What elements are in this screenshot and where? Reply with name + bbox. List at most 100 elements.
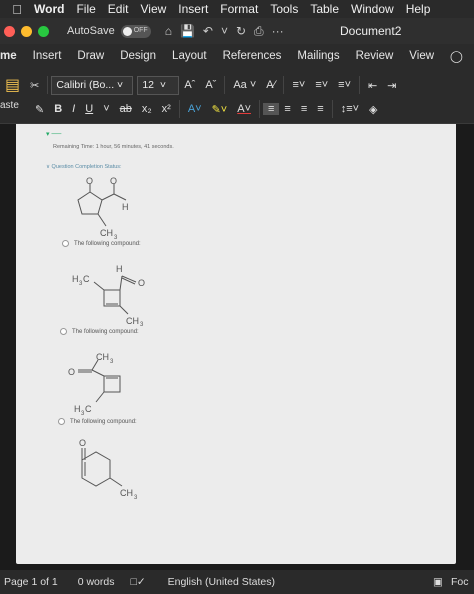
- close-window-button[interactable]: [4, 25, 15, 37]
- menu-tools[interactable]: Tools: [264, 2, 304, 16]
- divider: [283, 76, 285, 94]
- align-left-icon[interactable]: ≡: [263, 103, 280, 115]
- focus-mode-label[interactable]: Foc: [447, 576, 473, 588]
- more-icon[interactable]: ···: [272, 24, 284, 39]
- tab-mailings[interactable]: Mailings: [289, 50, 347, 62]
- font-color-icon[interactable]: A˅: [232, 103, 256, 115]
- numbering-icon[interactable]: ≡˅: [310, 79, 333, 91]
- menu-help[interactable]: Help: [400, 2, 437, 16]
- tab-insert[interactable]: Insert: [25, 50, 70, 62]
- language-indicator[interactable]: English (United States): [164, 576, 279, 588]
- answer-option-1-radio[interactable]: [62, 240, 69, 247]
- atom-h-label: H: [122, 202, 129, 212]
- decrease-indent-icon[interactable]: ⇤: [363, 79, 382, 92]
- methyl-label: CH: [96, 352, 109, 362]
- undo-icon[interactable]: ↶: [203, 24, 213, 39]
- font-size-select[interactable]: 12 ˅: [137, 75, 180, 95]
- apple-icon[interactable]: : [6, 2, 28, 17]
- status-bar: Page 1 of 1 0 words □✓ English (United S…: [0, 570, 474, 594]
- structure-2-diagram: H O H 3 C CH 3: [72, 264, 145, 328]
- focus-icon[interactable]: ▣: [429, 576, 447, 588]
- menu-window[interactable]: Window: [345, 2, 400, 16]
- ribbon-toolbar: ▤ ✂ Calibri (Bo... ˅ 12 ˅ Aˆ Aˇ Aa ˅ A∕ …: [0, 68, 474, 124]
- highlight-icon[interactable]: ✎˅: [207, 103, 233, 116]
- proofing-icon[interactable]: □✓: [126, 576, 149, 588]
- multilevel-list-icon[interactable]: ≡˅: [333, 79, 356, 91]
- superscript-icon[interactable]: x²: [157, 103, 176, 115]
- methyl-h3c-h: H: [72, 274, 79, 284]
- cut-icon[interactable]: ✂: [25, 79, 44, 92]
- menu-file[interactable]: File: [70, 2, 101, 16]
- align-center-icon[interactable]: ≡: [279, 103, 295, 115]
- answer-option-1-label: The following compound:: [74, 240, 141, 247]
- menu-insert[interactable]: Insert: [172, 2, 214, 16]
- autosave-toggle[interactable]: OFF: [120, 24, 151, 38]
- grow-font-icon[interactable]: Aˆ: [179, 79, 200, 91]
- divider: [259, 100, 260, 118]
- answer-option-3[interactable]: The following compound:: [58, 418, 137, 425]
- menu-table[interactable]: Table: [304, 2, 345, 16]
- word-count[interactable]: 0 words: [74, 576, 119, 588]
- menu-app-word[interactable]: Word: [28, 2, 70, 16]
- menu-view[interactable]: View: [134, 2, 172, 16]
- answer-option-1[interactable]: The following compound:: [62, 240, 141, 247]
- font-size-value: 12: [142, 79, 155, 91]
- change-case-icon[interactable]: Aa ˅: [228, 79, 261, 91]
- methyl-label: CH: [120, 488, 133, 498]
- question-completion-status[interactable]: ∨ Question Completion Status:: [46, 164, 122, 170]
- save-icon[interactable]: 💾: [180, 24, 195, 39]
- bullets-icon[interactable]: ≡˅: [287, 79, 310, 91]
- page-count[interactable]: Page 1 of 1: [0, 576, 62, 588]
- tab-review[interactable]: Review: [348, 50, 402, 62]
- font-name-value: Calibri (Bo...: [56, 79, 115, 91]
- answer-option-2-radio[interactable]: [60, 328, 67, 335]
- increase-indent-icon[interactable]: ⇥: [382, 79, 401, 92]
- text-effects-icon[interactable]: A˅: [183, 103, 207, 115]
- maximize-window-button[interactable]: [38, 25, 49, 37]
- subscript-icon[interactable]: x₂: [137, 103, 157, 115]
- tab-references[interactable]: References: [215, 50, 290, 62]
- tab-draw[interactable]: Draw: [69, 50, 112, 62]
- answer-option-2[interactable]: The following compound:: [60, 328, 139, 335]
- collapse-arrow-icon[interactable]: ▾ ──: [46, 130, 61, 138]
- line-spacing-icon[interactable]: ↕≡˅: [336, 103, 364, 115]
- clear-formatting-icon[interactable]: A∕: [261, 79, 280, 91]
- justify-icon[interactable]: ≡: [312, 103, 328, 115]
- format-painter-icon[interactable]: ✎: [30, 103, 49, 116]
- autosave-state: OFF: [133, 26, 148, 34]
- shading-icon[interactable]: ◈: [364, 103, 382, 116]
- remaining-time-text: Remaining Time: 1 hour, 56 minutes, 41 s…: [53, 144, 174, 150]
- chevron-down-icon[interactable]: ˅: [221, 24, 228, 39]
- lightbulb-icon[interactable]: ◯: [442, 49, 471, 63]
- minimize-window-button[interactable]: [21, 25, 32, 37]
- tab-home[interactable]: me: [0, 50, 25, 62]
- ribbon-row-format: ✎ B I U ˅ ab x₂ x² A˅ ✎˅ A˅ ≡ ≡ ≡ ≡ ↕≡˅ …: [30, 98, 383, 120]
- methyl-label: CH: [126, 316, 139, 326]
- menu-format[interactable]: Format: [214, 2, 264, 16]
- tab-view[interactable]: View: [401, 50, 442, 62]
- paste-icon[interactable]: ▤: [0, 75, 25, 95]
- document-canvas[interactable]: ▾ ── Remaining Time: 1 hour, 56 minutes,…: [0, 124, 474, 570]
- strikethrough-icon[interactable]: ab: [115, 103, 137, 115]
- underline-icon[interactable]: U: [80, 103, 98, 115]
- italic-icon[interactable]: I: [67, 103, 80, 115]
- tab-layout[interactable]: Layout: [164, 50, 215, 62]
- chevron-down-icon[interactable]: ˅: [98, 103, 114, 115]
- atom-o-label: O: [79, 438, 86, 448]
- shrink-font-icon[interactable]: Aˇ: [200, 79, 221, 91]
- atom-o-label: O: [86, 176, 93, 186]
- ribbon-row-font: ▤ ✂ Calibri (Bo... ˅ 12 ˅ Aˆ Aˇ Aa ˅ A∕ …: [0, 74, 401, 96]
- bold-icon[interactable]: B: [49, 103, 67, 115]
- methyl-h3c-h: H: [74, 404, 81, 414]
- ribbon-tabs: me Insert Draw Design Layout References …: [0, 44, 474, 68]
- menu-edit[interactable]: Edit: [102, 2, 135, 16]
- print-icon[interactable]: ⎙: [254, 24, 264, 39]
- answer-option-3-radio[interactable]: [58, 418, 65, 425]
- redo-icon[interactable]: ↻: [236, 24, 246, 39]
- align-right-icon[interactable]: ≡: [296, 103, 312, 115]
- home-icon[interactable]: ⌂: [165, 24, 172, 39]
- divider: [178, 100, 180, 118]
- atom-h-label: H: [116, 264, 123, 274]
- font-name-select[interactable]: Calibri (Bo... ˅: [51, 75, 134, 95]
- tab-design[interactable]: Design: [112, 50, 164, 62]
